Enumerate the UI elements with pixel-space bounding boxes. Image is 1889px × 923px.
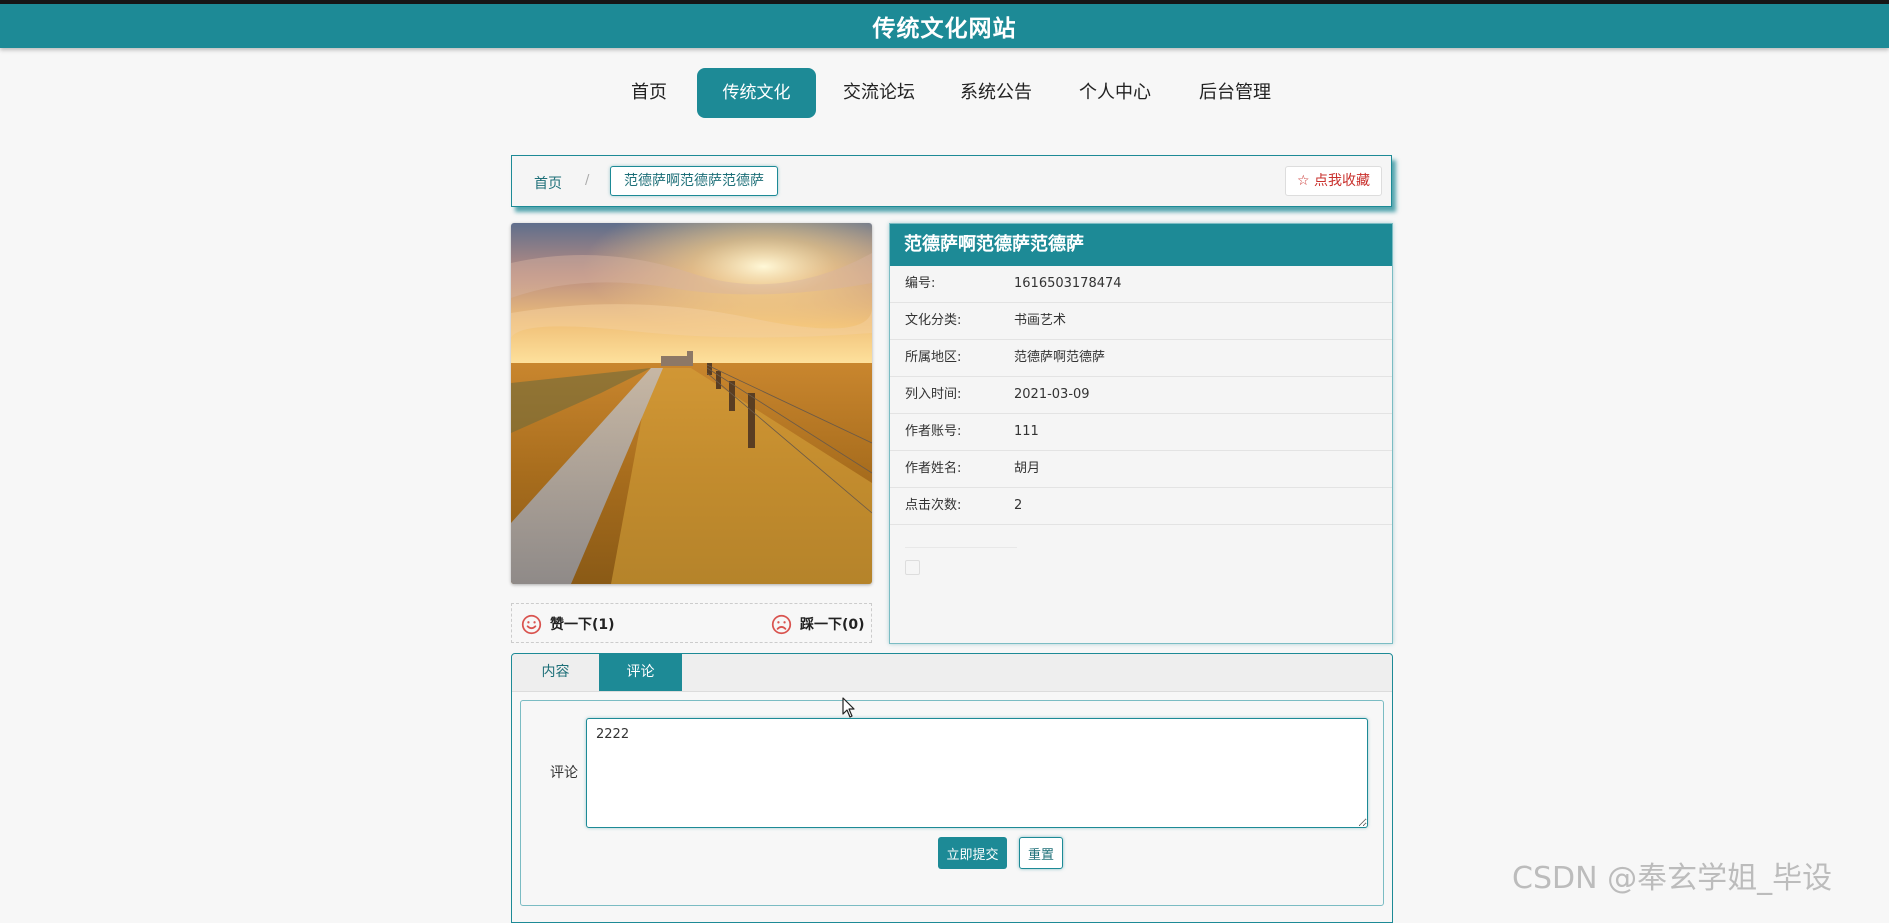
- breadcrumb-current: 范德萨啊范德萨范德萨: [610, 166, 778, 196]
- star-outline-icon: ☆: [1296, 173, 1310, 189]
- site-header: 传统文化网站: [0, 0, 1889, 48]
- dislike-label: 踩一下(0): [800, 617, 865, 633]
- comment-label: 评论: [550, 765, 578, 781]
- detail-value: 111: [1014, 424, 1039, 439]
- breadcrumb-home-link[interactable]: 首页: [534, 173, 562, 193]
- nav-item-admin[interactable]: 后台管理: [1189, 68, 1281, 118]
- detail-label: 作者账号:: [905, 424, 962, 439]
- like-button[interactable]: 赞一下(1): [521, 613, 615, 635]
- detail-title: 范德萨啊范德萨范德萨: [890, 224, 1392, 266]
- detail-label: 所属地区:: [905, 350, 962, 365]
- nav-item-forum[interactable]: 交流论坛: [833, 68, 925, 118]
- detail-value: 范德萨啊范德萨: [1014, 350, 1106, 365]
- detail-row: 文化分类: 书画艺术: [890, 303, 1392, 340]
- main-nav: 首页 传统文化 交流论坛 系统公告 个人中心 后台管理: [0, 68, 1889, 118]
- favorite-button[interactable]: ☆ 点我收藏: [1284, 166, 1382, 196]
- detail-label: 编号:: [905, 276, 936, 291]
- comment-textarea[interactable]: 2222: [586, 718, 1368, 828]
- detail-row: 作者姓名: 胡月: [890, 451, 1392, 488]
- frown-icon: [771, 614, 792, 634]
- detail-label: 列入时间:: [905, 387, 962, 402]
- smile-icon: [521, 614, 542, 634]
- detail-panel: 范德萨啊范德萨范德萨 编号: 1616503178474 文化分类: 书画艺术 …: [889, 223, 1393, 644]
- faded-checkbox: [905, 560, 920, 575]
- detail-label: 作者姓名:: [905, 461, 962, 476]
- detail-value: 2: [1014, 498, 1023, 513]
- tab-header: 内容 评论: [512, 654, 1392, 692]
- nav-item-culture[interactable]: 传统文化: [697, 68, 816, 118]
- culture-image: [511, 223, 872, 584]
- nav-item-home[interactable]: 首页: [619, 68, 679, 118]
- site-title: 传统文化网站: [872, 16, 1017, 42]
- submit-button[interactable]: 立即提交: [938, 837, 1007, 869]
- like-label: 赞一下(1): [550, 617, 615, 633]
- detail-value: 书画艺术: [1014, 313, 1067, 328]
- reset-button[interactable]: 重置: [1019, 837, 1063, 869]
- tab-content[interactable]: 内容: [512, 654, 599, 691]
- nav-item-announcements[interactable]: 系统公告: [950, 68, 1042, 118]
- detail-row: 作者账号: 111: [890, 414, 1392, 451]
- detail-value: 2021-03-09: [1014, 387, 1090, 402]
- detail-row: 点击次数: 2: [890, 488, 1392, 525]
- detail-value: 1616503178474: [1014, 276, 1122, 291]
- favorite-label: 点我收藏: [1314, 173, 1370, 189]
- detail-label: 文化分类:: [905, 313, 962, 328]
- tab-comments[interactable]: 评论: [599, 654, 682, 691]
- detail-row: 列入时间: 2021-03-09: [890, 377, 1392, 414]
- vote-bar: 赞一下(1) 踩一下(0): [511, 603, 872, 643]
- comment-form: 评论 2222 立即提交 重置: [520, 700, 1384, 906]
- mouse-pointer-icon: [842, 697, 855, 718]
- detail-row: 编号: 1616503178474: [890, 266, 1392, 303]
- watermark: CSDN @奉玄学姐_毕设: [1512, 861, 1833, 896]
- detail-value: 胡月: [1014, 461, 1041, 476]
- nav-item-profile[interactable]: 个人中心: [1069, 68, 1161, 118]
- breadcrumb: 首页 / 范德萨啊范德萨范德萨 ☆ 点我收藏: [511, 155, 1392, 207]
- breadcrumb-separator: /: [585, 173, 590, 188]
- faded-divider: [905, 547, 1017, 548]
- detail-row: 所属地区: 范德萨啊范德萨: [890, 340, 1392, 377]
- tabs-panel: 内容 评论 评论 2222 立即提交 重置: [511, 653, 1393, 923]
- dislike-button[interactable]: 踩一下(0): [771, 613, 865, 635]
- detail-label: 点击次数:: [905, 498, 962, 513]
